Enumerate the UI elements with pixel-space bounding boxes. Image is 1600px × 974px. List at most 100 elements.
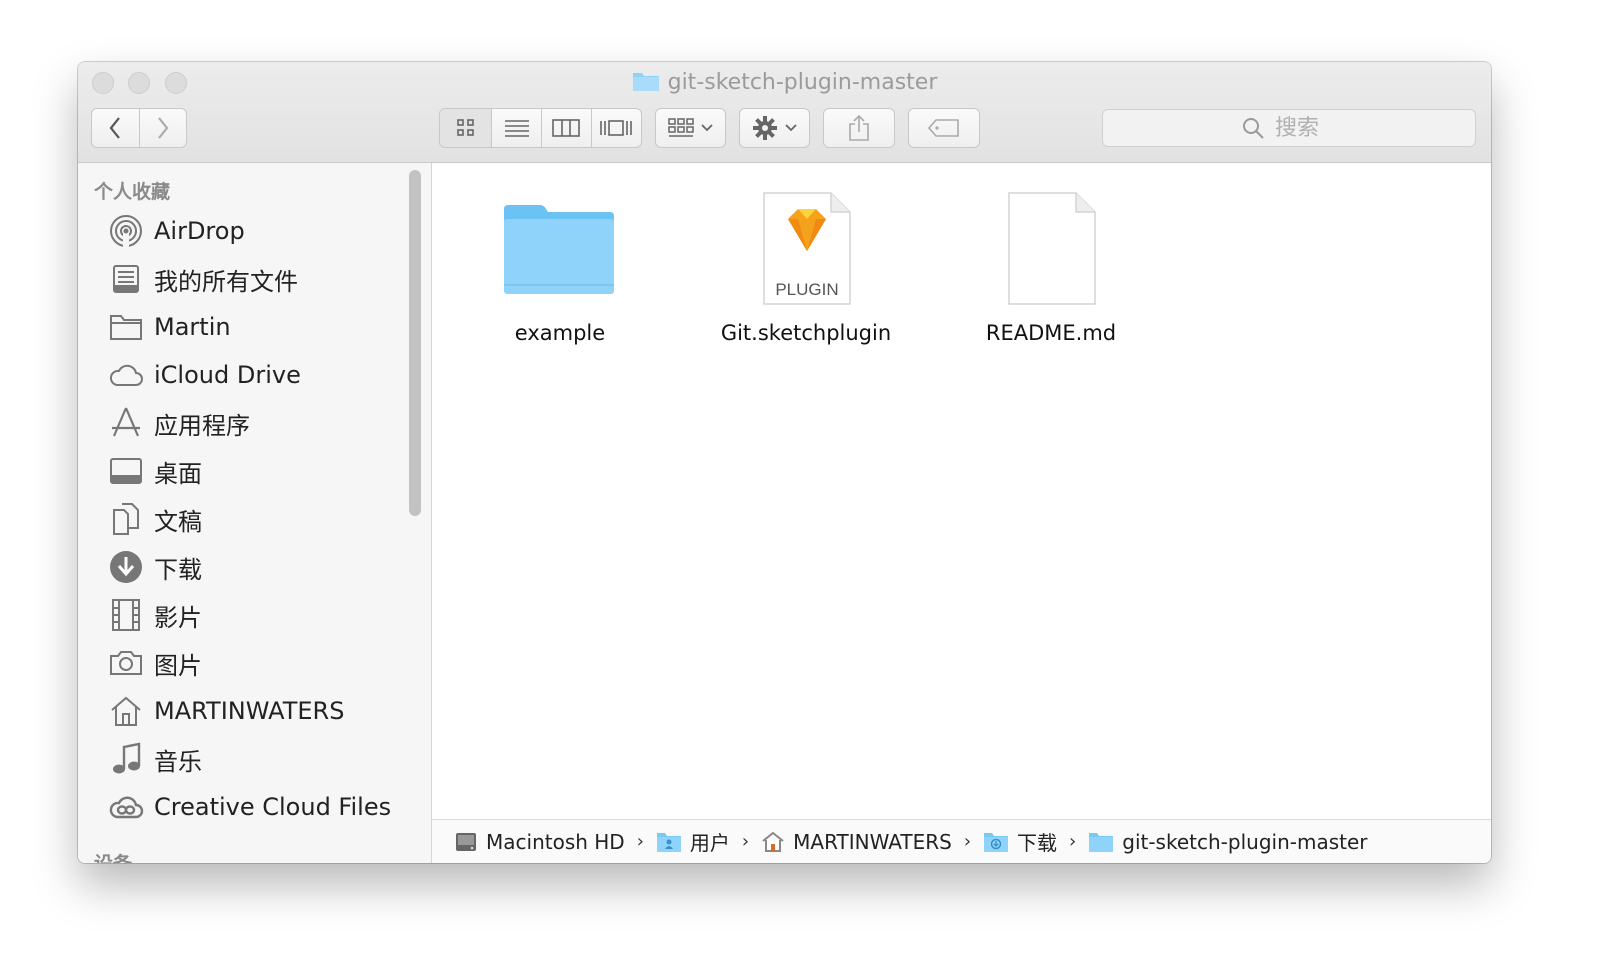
- sidebar-item-label: 我的所有文件: [154, 267, 298, 296]
- path-item-label: git-sketch-plugin-master: [1122, 829, 1368, 854]
- path-item-label: Macintosh HD: [486, 829, 625, 854]
- cover-flow-icon: [600, 120, 633, 136]
- sidebar-scrollbar[interactable]: [409, 170, 421, 516]
- sidebar-item-all-files[interactable]: 我的所有文件: [108, 259, 298, 299]
- chevron-left-icon: [109, 117, 121, 139]
- sidebar-item-label: 应用程序: [154, 411, 250, 440]
- sidebar-section-devices: 设备: [94, 849, 132, 863]
- path-item-label: MARTINWATERS: [793, 829, 952, 854]
- hard-drive-icon: [454, 830, 478, 854]
- gear-icon: [752, 116, 777, 140]
- sidebar-section-favorites: 个人收藏: [94, 181, 171, 203]
- home-icon: [108, 693, 144, 729]
- action-button[interactable]: [739, 108, 810, 148]
- forward-button[interactable]: [140, 109, 187, 147]
- window-title: git-sketch-plugin-master: [78, 70, 1491, 99]
- sidebar-item-applications[interactable]: 应用程序: [108, 403, 250, 443]
- chevron-right-icon: [157, 117, 169, 139]
- sidebar-item-movies[interactable]: 影片: [108, 595, 202, 635]
- share-icon: [849, 114, 869, 141]
- sidebar-item-label: Creative Cloud Files: [154, 793, 392, 821]
- share-button[interactable]: [823, 108, 895, 148]
- documents-icon: [108, 501, 144, 537]
- folder-icon: [632, 70, 660, 99]
- sidebar-item-pictures[interactable]: 图片: [108, 643, 202, 683]
- icon-view-button[interactable]: [440, 109, 493, 147]
- download-icon: [108, 549, 144, 585]
- sidebar-item-music[interactable]: 音乐: [108, 739, 202, 779]
- file-name: Git.sketchplugin: [720, 321, 892, 345]
- folder-icon: [108, 309, 144, 345]
- arrange-icon: [667, 118, 694, 137]
- tag-icon: [927, 119, 959, 137]
- sidebar-item-label: 桌面: [154, 459, 202, 488]
- chevron-down-icon: [700, 124, 713, 132]
- sidebar-item-martin[interactable]: Martin: [108, 307, 231, 347]
- chevron-down-icon: [784, 124, 797, 132]
- path-item-downloads[interactable]: 下载: [983, 827, 1057, 856]
- sidebar-item-label: 影片: [154, 603, 202, 632]
- movies-icon: [108, 597, 144, 633]
- sidebar: 个人收藏 AirDrop 我的所有文件 Martin iCloud Drive …: [78, 163, 432, 863]
- airdrop-icon: [108, 213, 144, 249]
- cloud-icon: [108, 357, 144, 393]
- sidebar-item-creative-cloud[interactable]: Creative Cloud Files: [108, 787, 391, 827]
- search-field[interactable]: [1102, 109, 1476, 147]
- sidebar-item-label: 下载: [154, 555, 202, 584]
- file-item-example[interactable]: example: [460, 179, 660, 345]
- list-view-button[interactable]: [492, 109, 542, 147]
- users-folder-icon: [656, 831, 682, 853]
- path-item-current-folder[interactable]: git-sketch-plugin-master: [1088, 830, 1367, 854]
- path-bar: Macintosh HD › 用户 › MARTINWATERS › 下载 › …: [432, 819, 1491, 863]
- sidebar-item-icloud-drive[interactable]: iCloud Drive: [108, 355, 301, 395]
- sidebar-item-label: 音乐: [154, 747, 202, 776]
- home-icon: [761, 830, 785, 854]
- sketch-plugin-icon: PLUGIN: [763, 192, 851, 305]
- search-icon: [1243, 118, 1264, 139]
- creative-cloud-icon: [108, 789, 144, 825]
- music-icon: [108, 741, 144, 777]
- path-separator: ›: [741, 831, 750, 852]
- titlebar: git-sketch-plugin-master: [78, 62, 1491, 163]
- sidebar-item-label: MARTINWATERS: [154, 697, 345, 725]
- downloads-folder-icon: [983, 831, 1009, 853]
- cover-flow-view-button[interactable]: [592, 109, 641, 147]
- folder-icon: [504, 205, 614, 294]
- path-separator: ›: [636, 831, 644, 852]
- columns-icon: [552, 119, 581, 137]
- camera-icon: [108, 645, 144, 681]
- path-item-macintosh-hd[interactable]: Macintosh HD: [454, 830, 625, 854]
- path-item-label: 用户: [689, 831, 730, 855]
- sidebar-item-desktop[interactable]: 桌面: [108, 451, 202, 491]
- all-files-icon: [108, 261, 144, 297]
- finder-window: git-sketch-plugin-master 搜索 个人收藏 AirDrop…: [78, 62, 1491, 863]
- nav-buttons: [91, 108, 187, 148]
- plugin-badge: PLUGIN: [775, 280, 838, 299]
- applications-icon: [108, 405, 144, 441]
- sidebar-item-home[interactable]: MARTINWATERS: [108, 691, 344, 731]
- desktop-icon: [108, 453, 144, 489]
- file-item-readme[interactable]: README.md: [951, 179, 1151, 345]
- sidebar-item-label: AirDrop: [154, 217, 245, 245]
- column-view-button[interactable]: [542, 109, 592, 147]
- path-separator: ›: [1069, 831, 1077, 852]
- sidebar-item-downloads[interactable]: 下载: [108, 547, 202, 587]
- sidebar-item-label: 文稿: [154, 507, 202, 536]
- path-separator: ›: [963, 831, 972, 852]
- back-button[interactable]: [92, 109, 140, 147]
- path-item-label: 下载: [1017, 831, 1058, 855]
- path-item-home[interactable]: MARTINWATERS: [761, 830, 952, 854]
- document-icon: [1008, 192, 1096, 305]
- file-item-git-sketchplugin[interactable]: PLUGIN Git.sketchplugin: [706, 179, 906, 345]
- view-mode-control: [439, 108, 642, 148]
- arrange-button[interactable]: [655, 108, 726, 148]
- file-name: README.md: [985, 321, 1117, 345]
- path-item-users[interactable]: 用户: [656, 827, 730, 856]
- tag-button[interactable]: [908, 108, 980, 148]
- sidebar-item-documents[interactable]: 文稿: [108, 499, 202, 539]
- search-input[interactable]: [1273, 114, 1337, 142]
- window-title-text: git-sketch-plugin-master: [667, 70, 938, 95]
- sidebar-item-airdrop[interactable]: AirDrop: [108, 211, 245, 251]
- file-name: example: [514, 321, 606, 345]
- grid-icon: [456, 119, 474, 136]
